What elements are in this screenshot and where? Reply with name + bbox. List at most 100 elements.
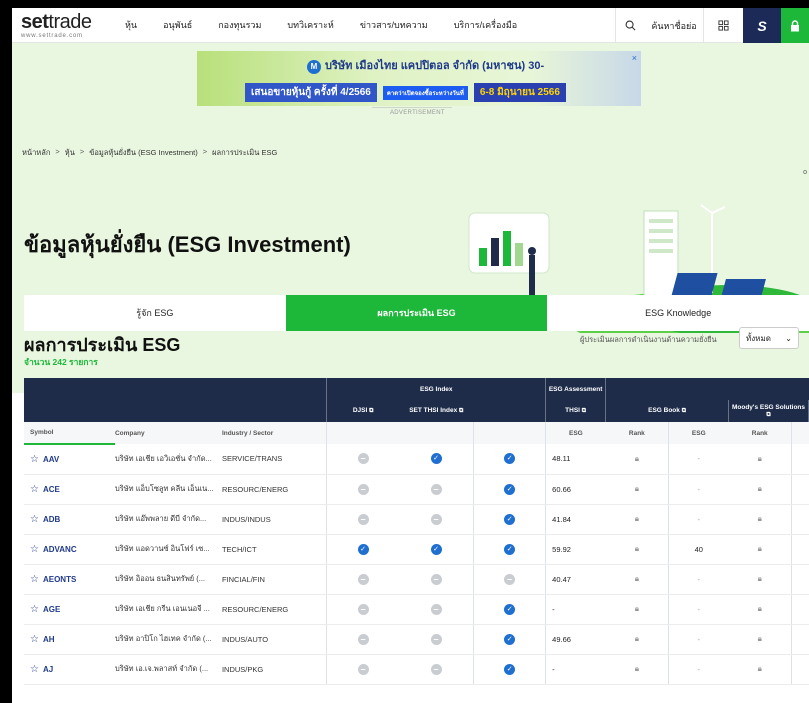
star-icon[interactable]: ☆ <box>30 634 39 645</box>
table-row[interactable]: ☆ AGE บริษัท เอเชีย กรีน เอนเนอจี ... RESOU… <box>24 594 809 625</box>
side-handle-icon[interactable]: o <box>803 169 807 176</box>
breadcrumb-stock[interactable]: หุ้น <box>65 147 75 159</box>
esgbook-rank-cell[interactable]: 🔒︎ <box>605 504 669 535</box>
nav-stock[interactable]: หุ้น <box>112 18 150 32</box>
symbol-cell[interactable]: ☆ ACE <box>24 474 115 505</box>
table-row[interactable]: ☆ AH บริษัท อาปิโก ไฮเทค จำกัด (... INDUS/A… <box>24 624 809 655</box>
streaming-app-button[interactable]: S <box>743 8 781 43</box>
search-icon[interactable] <box>615 8 645 43</box>
assessor-filter-select[interactable]: ทั้งหมด ⌄ <box>739 327 799 349</box>
nav-research[interactable]: บทวิเคราะห์ <box>274 18 346 32</box>
table-row[interactable]: ☆ AJ บริษัท เอ.เจ.พลาสท์ จำกัด (... INDUS/P… <box>24 654 809 685</box>
symbol-cell[interactable]: ☆ AH <box>24 624 115 655</box>
esgbook-rank-cell[interactable]: 🔒︎ <box>605 624 669 655</box>
star-icon[interactable]: ☆ <box>30 544 39 555</box>
esgbook-rank-cell[interactable]: 🔒︎ <box>605 474 669 505</box>
nav-mutual-fund[interactable]: กองทุนรวม <box>205 18 274 32</box>
moodys-rank-cell[interactable]: 🔒︎ <box>728 504 792 535</box>
star-icon[interactable]: ☆ <box>30 664 39 675</box>
ad-chip-note: คาดว่าเปิดจองซื้อระหว่างวันที่ <box>382 85 468 100</box>
column-industry[interactable]: Industry / Sector <box>221 422 327 444</box>
djsi-cell: – <box>326 564 399 595</box>
logo-subtext: www.settrade.com <box>21 32 83 39</box>
symbol-cell[interactable]: ☆ ADB <box>24 504 115 535</box>
symbol-cell[interactable]: ☆ ADVANC <box>24 534 115 565</box>
ad-banner[interactable]: M บริษัท เมืองไทย แคปปิตอล จำกัด (มหาชน) … <box>197 51 641 106</box>
star-icon[interactable]: ☆ <box>30 454 39 465</box>
nav-news[interactable]: ข่าวสาร/บทความ <box>347 18 441 32</box>
nav-derivatives[interactable]: อนุพันธ์ <box>150 18 205 32</box>
symbol-link[interactable]: ACE <box>43 485 60 494</box>
esgbook-rank-cell[interactable]: 🔒︎ <box>605 444 669 475</box>
subheader-esg-book[interactable]: ESG Book ⧉ <box>605 400 729 422</box>
ad-divider <box>372 107 452 108</box>
tab-about-esg[interactable]: รู้จัก ESG <box>24 295 286 331</box>
esg-table: ESG Index ESG Assessment DJSI ⧉ SET THSI… <box>24 378 809 685</box>
login-lock-icon[interactable] <box>781 8 809 43</box>
breadcrumb-esg-investment[interactable]: ข้อมูลหุ้นยั่งยืน (ESG Investment) <box>89 147 198 159</box>
chevron-down-icon: ⌄ <box>785 333 792 343</box>
star-icon[interactable]: ☆ <box>30 484 39 495</box>
company-cell: บริษัท เอเชีย กรีน เอนเนอจี ... <box>114 594 222 625</box>
symbol-cell[interactable]: ☆ AJ <box>24 654 115 685</box>
breadcrumb-home[interactable]: หน้าหลัก <box>22 147 50 159</box>
symbol-link[interactable]: AJ <box>43 665 53 674</box>
lock-icon: 🔒︎ <box>757 514 762 523</box>
symbol-search-input[interactable]: ค้นหาชื่อย่อ <box>645 8 703 43</box>
column-moodys-esg[interactable]: ESG <box>668 422 729 444</box>
column-moodys-rank[interactable]: Rank <box>728 422 792 444</box>
symbol-cell[interactable]: ☆ AAV <box>24 444 115 475</box>
subheader-thsi-label: THSI <box>565 407 580 414</box>
symbol-link[interactable]: ADB <box>43 515 60 524</box>
esgbook-rank-cell[interactable]: 🔒︎ <box>605 564 669 595</box>
moodys-rank-cell[interactable]: 🔒︎ <box>728 474 792 505</box>
table-row[interactable]: ☆ ACE บริษัท แอ็บโซลูท คลีน เอ็นเน... RESOU… <box>24 474 809 505</box>
column-symbol[interactable]: Symbol <box>24 422 115 445</box>
check-icon: ✓ <box>430 453 442 465</box>
thsi-cell: – <box>473 564 546 595</box>
symbol-cell[interactable]: ☆ AEONTS <box>24 564 115 595</box>
grid-icon[interactable] <box>703 8 743 43</box>
esgbook-rank-cell[interactable]: 🔒︎ <box>605 654 669 685</box>
table-row[interactable]: ☆ ADVANC บริษัท แอดวานซ์ อินโฟร์ เซ... TECH… <box>24 534 809 565</box>
subheader-set-thsi[interactable]: SET THSI Index ⧉ <box>398 400 474 422</box>
column-esgbook-rank[interactable]: Rank <box>605 422 669 444</box>
column-company[interactable]: Company <box>114 422 222 444</box>
edge-cell <box>790 624 809 655</box>
lock-icon: 🔒︎ <box>634 484 639 493</box>
table-row[interactable]: ☆ AEONTS บริษัท อิออน ธนสินทรัพย์ (... FINC… <box>24 564 809 595</box>
moodys-rank-cell[interactable]: 🔒︎ <box>728 654 792 685</box>
esgbook-esg-cell: 41.84 <box>545 504 606 535</box>
settrade-logo[interactable]: settrade www.settrade.com <box>12 12 112 39</box>
esgbook-rank-cell[interactable]: 🔒︎ <box>605 594 669 625</box>
tab-esg-knowledge[interactable]: ESG Knowledge <box>547 295 809 331</box>
moodys-rank-cell[interactable]: 🔒︎ <box>728 564 792 595</box>
table-row[interactable]: ☆ ADB บริษัท แอ๊พพลาย ดีบี จำกัด... INDUS/I… <box>24 504 809 535</box>
column-esgbook-esg[interactable]: ESG <box>545 422 606 444</box>
ad-close-icon[interactable]: × <box>632 53 637 63</box>
star-icon[interactable]: ☆ <box>30 604 39 615</box>
thsi-cell: ✓ <box>473 594 546 625</box>
symbol-cell[interactable]: ☆ AGE <box>24 594 115 625</box>
table-row[interactable]: ☆ AAV บริษัท เอเชีย เอวิเอชั่น จำกัด... SER… <box>24 444 809 475</box>
esgbook-rank-cell[interactable]: 🔒︎ <box>605 534 669 565</box>
moodys-rank-cell[interactable]: 🔒︎ <box>728 624 792 655</box>
moodys-rank-cell[interactable]: 🔒︎ <box>728 594 792 625</box>
symbol-link[interactable]: AH <box>43 635 55 644</box>
symbol-link[interactable]: AEONTS <box>43 575 76 584</box>
subheader-moodys[interactable]: Moody's ESG Solutions ⧉ <box>728 400 809 422</box>
symbol-link[interactable]: ADVANC <box>43 545 77 554</box>
moodys-rank-cell[interactable]: 🔒︎ <box>728 444 792 475</box>
star-icon[interactable]: ☆ <box>30 514 39 525</box>
subheader-thsi[interactable]: THSI ⧉ <box>545 400 606 422</box>
lock-icon: 🔒︎ <box>634 453 639 463</box>
moodys-rank-cell[interactable]: 🔒︎ <box>728 534 792 565</box>
star-icon[interactable]: ☆ <box>30 574 39 585</box>
set-thsi-cell: – <box>398 654 474 685</box>
tab-esg-results[interactable]: ผลการประเมิน ESG <box>285 295 548 331</box>
nav-services[interactable]: บริการ/เครื่องมือ <box>441 18 530 32</box>
subheader-djsi[interactable]: DJSI ⧉ <box>326 400 399 422</box>
symbol-link[interactable]: AAV <box>43 455 59 464</box>
moodys-esg-cell: 40 <box>668 534 729 565</box>
symbol-link[interactable]: AGE <box>43 605 60 614</box>
